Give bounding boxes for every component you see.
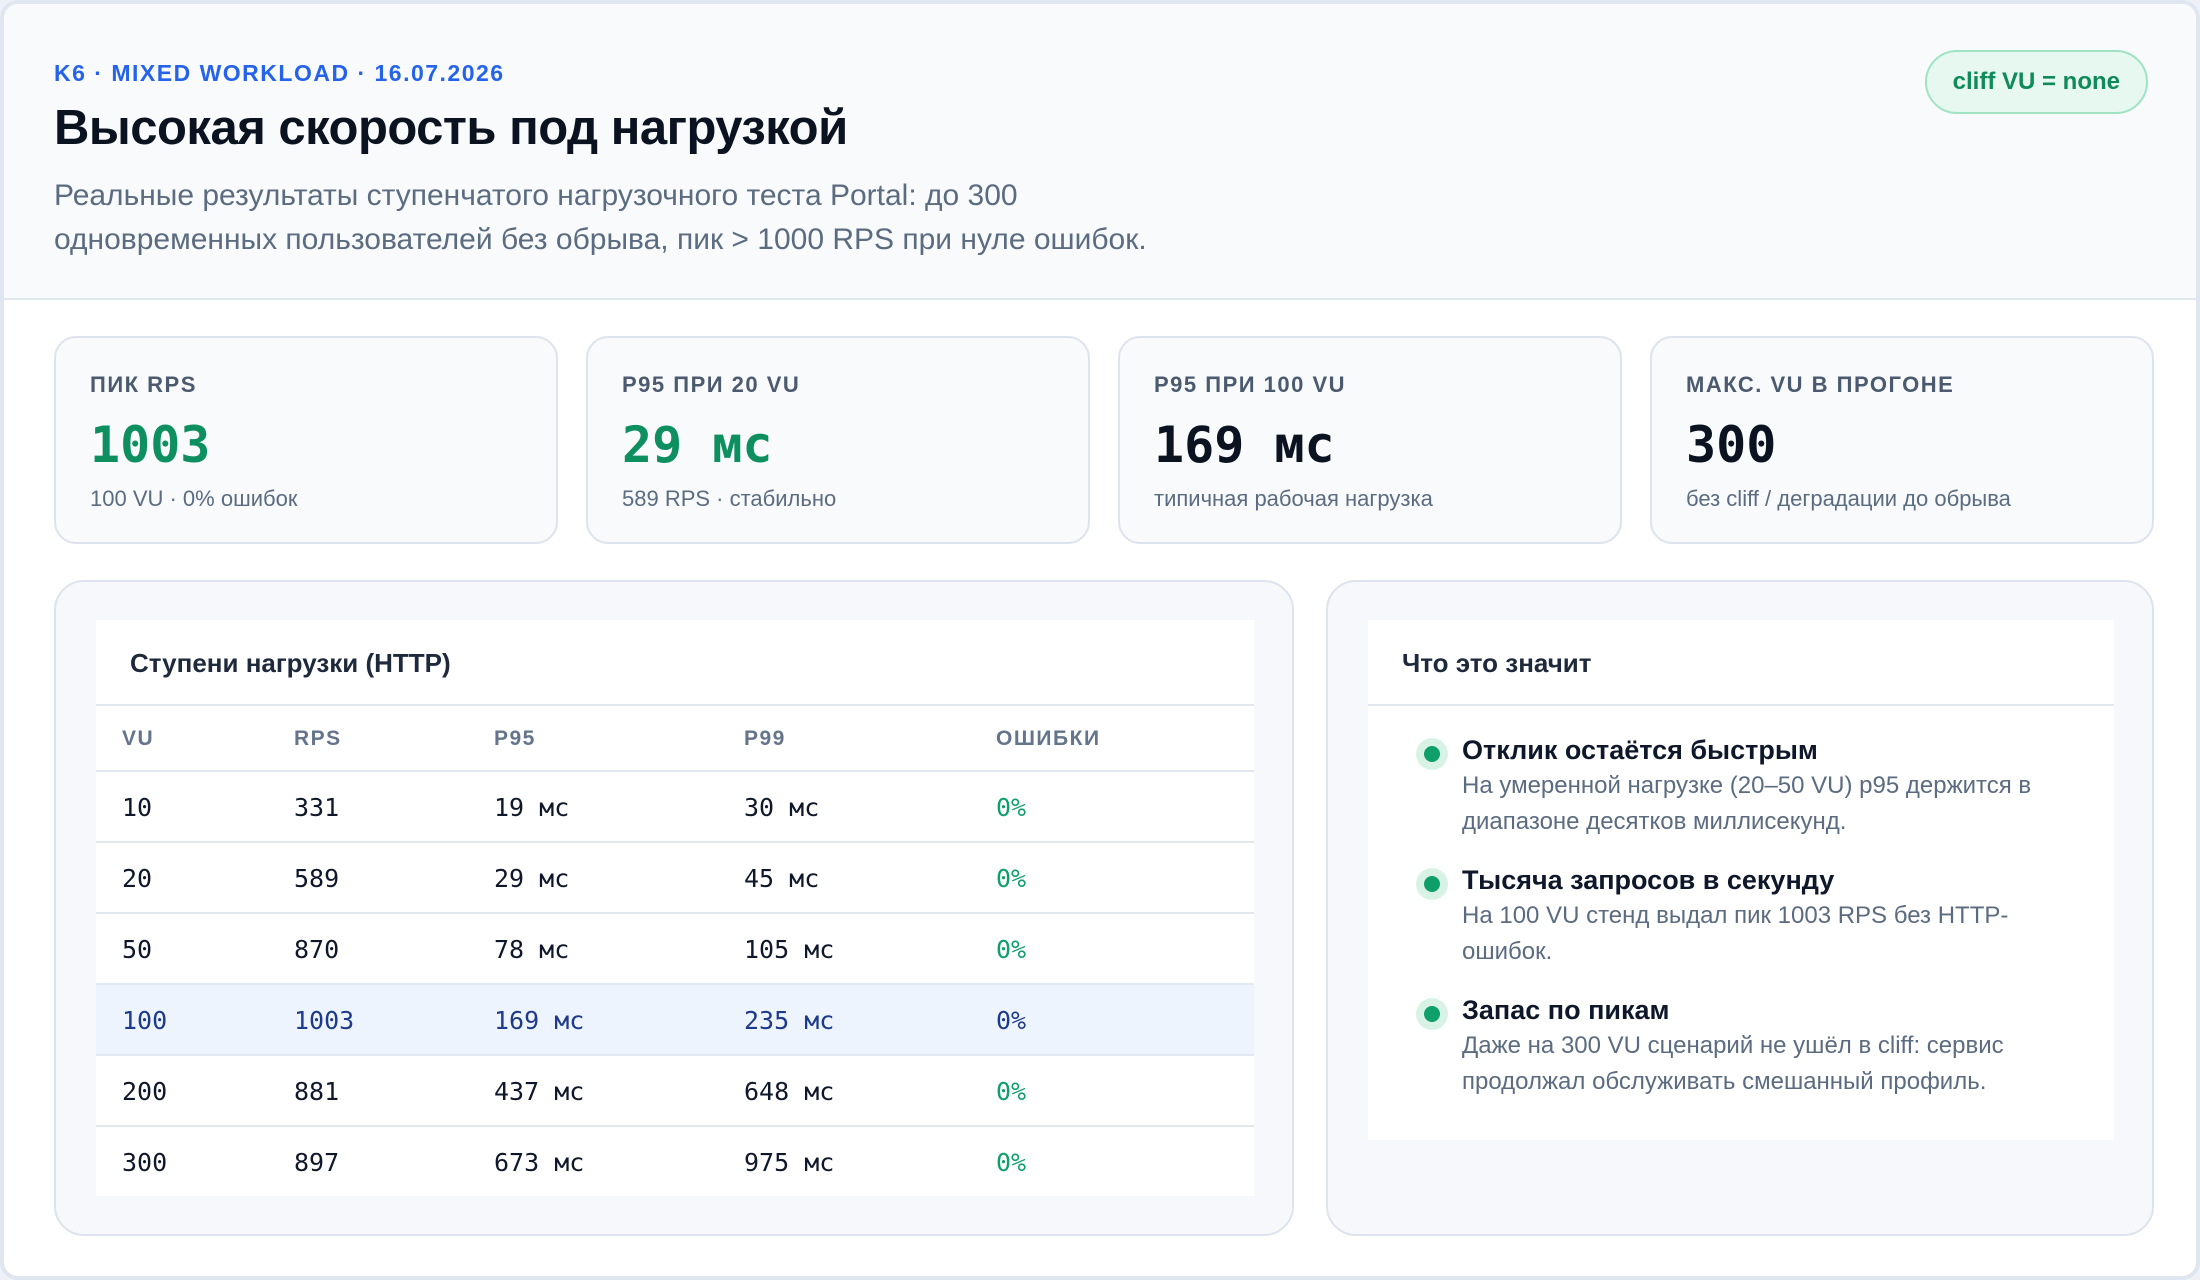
meaning-title: Что это значит xyxy=(1368,620,2114,706)
column-header-p99: P99 xyxy=(744,727,786,750)
results-page: K6 · MIXED WORKLOAD · 16.07.2026 Высокая… xyxy=(0,0,2200,1280)
stat-cards: ПИК RPS 1003 100 VU · 0% ошибок P95 ПРИ … xyxy=(54,336,2154,544)
list-item-title: Отклик остаётся быстрым xyxy=(1462,735,1818,765)
column-header-p95: P95 xyxy=(494,727,536,750)
stat-card-note: без cliff / деградации до обрыва xyxy=(1686,486,2011,511)
cell-rps: 589 xyxy=(294,864,340,893)
load-steps-table: Ступени нагрузки (HTTP) VU RPS P95 P99 О… xyxy=(96,620,1254,1196)
status-dot-icon xyxy=(1416,738,1448,770)
cell-rps: 1003 xyxy=(294,1006,355,1035)
list-item: Тысяча запросов в секунду На 100 VU стен… xyxy=(1392,862,2092,970)
list-item: Отклик остаётся быстрым На умеренной наг… xyxy=(1392,732,2092,840)
cell-vu: 300 xyxy=(122,1148,168,1177)
cell-errors: 0% xyxy=(996,1006,1027,1035)
cell-rps: 897 xyxy=(294,1148,340,1177)
meaning-card: Что это значит Отклик остаётся быстрым Н… xyxy=(1368,620,2114,1140)
cell-rps: 331 xyxy=(294,793,340,822)
table-header: VU RPS P95 P99 ОШИБКИ xyxy=(96,706,1254,772)
cell-rps: 881 xyxy=(294,1077,340,1106)
page-subtitle: Реальные результаты ступенчатого нагрузо… xyxy=(54,179,1147,256)
stat-card-value: 29 мс xyxy=(622,416,773,474)
stat-card-value: 300 xyxy=(1686,416,1777,474)
cell-vu: 100 xyxy=(122,1006,168,1035)
stat-card-note: типичная рабочая нагрузка xyxy=(1154,486,1433,511)
load-steps-panel: Ступени нагрузки (HTTP) VU RPS P95 P99 О… xyxy=(54,580,1294,1236)
cell-p99: 45 мс xyxy=(744,864,820,893)
stat-card-p95-100vu: P95 ПРИ 100 VU 169 мс типичная рабочая н… xyxy=(1118,336,1622,544)
cell-vu: 50 xyxy=(122,935,153,964)
stat-card-value: 1003 xyxy=(90,416,211,474)
cell-p95: 19 мс xyxy=(494,793,570,822)
table-row: 300 897 673 мс 975 мс 0% xyxy=(96,1127,1254,1198)
cliff-status-badge: cliff VU = none xyxy=(1924,50,2148,114)
stat-card-p95-20vu: P95 ПРИ 20 VU 29 мс 589 RPS · стабильно xyxy=(586,336,1090,544)
status-dot-icon xyxy=(1416,998,1448,1030)
column-header-rps: RPS xyxy=(294,727,342,750)
list-item-title: Тысяча запросов в секунду xyxy=(1462,865,1835,895)
column-header-vu: VU xyxy=(122,727,155,750)
cell-p95: 29 мс xyxy=(494,864,570,893)
cell-vu: 200 xyxy=(122,1077,168,1106)
list-item-text: Даже на 300 VU сценарий не ушёл в cliff:… xyxy=(1462,1032,2004,1095)
stat-card-max-vu: МАКС. VU В ПРОГОНЕ 300 без cliff / дегра… xyxy=(1650,336,2154,544)
table-row-highlighted: 100 1003 169 мс 235 мс 0% xyxy=(96,985,1254,1056)
stat-card-note: 100 VU · 0% ошибок xyxy=(90,486,298,511)
list-item-text: На умеренной нагрузке (20–50 VU) p95 дер… xyxy=(1462,772,2032,835)
stat-card-label: P95 ПРИ 20 VU xyxy=(622,372,801,397)
stat-card-peak-rps: ПИК RPS 1003 100 VU · 0% ошибок xyxy=(54,336,558,544)
cell-rps: 870 xyxy=(294,935,340,964)
cell-vu: 20 xyxy=(122,864,153,893)
stat-card-label: P95 ПРИ 100 VU xyxy=(1154,372,1347,397)
list-item-text: На 100 VU стенд выдал пик 1003 RPS без H… xyxy=(1462,902,2009,965)
cell-errors: 0% xyxy=(996,864,1027,893)
cell-p99: 975 мс xyxy=(744,1148,835,1177)
column-header-errors: ОШИБКИ xyxy=(996,727,1101,750)
table-row: 10 331 19 мс 30 мс 0% xyxy=(96,772,1254,843)
cell-p99: 105 мс xyxy=(744,935,835,964)
cell-errors: 0% xyxy=(996,935,1027,964)
cell-errors: 0% xyxy=(996,1077,1027,1106)
cell-p99: 235 мс xyxy=(744,1006,835,1035)
cell-p95: 169 мс xyxy=(494,1006,585,1035)
table-row: 20 589 29 мс 45 мс 0% xyxy=(96,843,1254,914)
cell-errors: 0% xyxy=(996,1148,1027,1177)
meaning-list: Отклик остаётся быстрым На умеренной наг… xyxy=(1392,732,2092,1122)
stat-card-note: 589 RPS · стабильно xyxy=(622,486,837,511)
cell-p99: 30 мс xyxy=(744,793,820,822)
cell-p95: 673 мс xyxy=(494,1148,585,1177)
table-row: 50 870 78 мс 105 мс 0% xyxy=(96,914,1254,985)
list-item: Запас по пикам Даже на 300 VU сценарий н… xyxy=(1392,992,2092,1100)
page-title: Высокая скорость под нагрузкой xyxy=(54,101,848,155)
stat-card-label: МАКС. VU В ПРОГОНЕ xyxy=(1686,372,1955,397)
table-row: 200 881 437 мс 648 мс 0% xyxy=(96,1056,1254,1127)
cell-p95: 437 мс xyxy=(494,1077,585,1106)
eyebrow-label: K6 · MIXED WORKLOAD · 16.07.2026 xyxy=(54,60,505,86)
stat-card-value: 169 мс xyxy=(1154,416,1335,474)
table-title: Ступени нагрузки (HTTP) xyxy=(96,620,1254,706)
stat-card-label: ПИК RPS xyxy=(90,372,197,397)
list-item-title: Запас по пикам xyxy=(1462,995,1670,1025)
status-dot-icon xyxy=(1416,868,1448,900)
page-header: K6 · MIXED WORKLOAD · 16.07.2026 Высокая… xyxy=(4,4,2196,300)
cell-p99: 648 мс xyxy=(744,1077,835,1106)
cell-vu: 10 xyxy=(122,793,153,822)
cell-errors: 0% xyxy=(996,793,1027,822)
meaning-panel: Что это значит Отклик остаётся быстрым Н… xyxy=(1326,580,2154,1236)
cell-p95: 78 мс xyxy=(494,935,570,964)
